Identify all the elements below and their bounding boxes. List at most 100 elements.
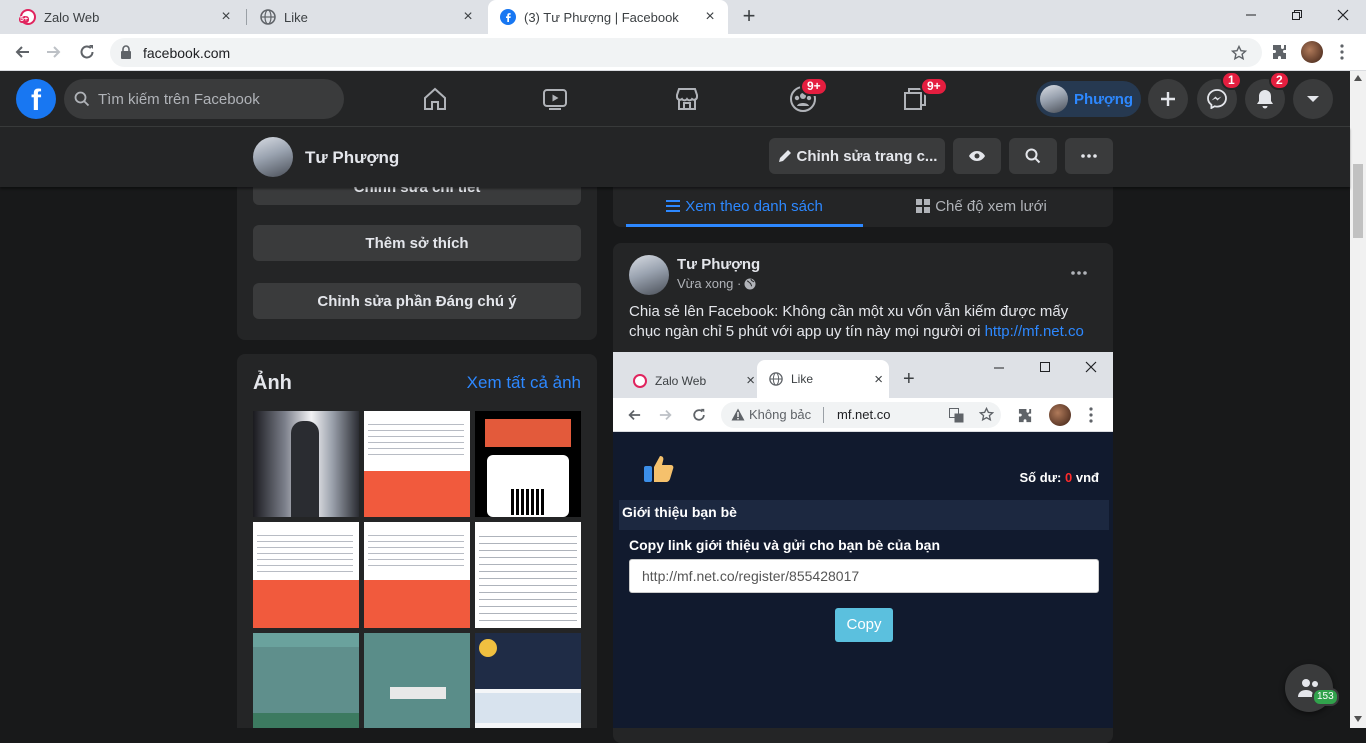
forward-icon — [659, 410, 672, 420]
star-icon[interactable] — [1231, 45, 1247, 61]
referral-page: Số dư: 0 vnđ Giới thiệu bạn bè Copy link… — [613, 432, 1113, 728]
facebook-top-nav: f Tìm kiếm trên Facebook 9+ 9+ Phượng 1 … — [0, 71, 1350, 127]
post-author[interactable]: Tư Phượng — [677, 256, 760, 273]
more-options-button[interactable] — [1065, 138, 1113, 174]
menu-dots-icon[interactable] — [1340, 44, 1344, 60]
photo-thumbnail[interactable] — [253, 522, 359, 628]
scroll-down-icon[interactable] — [1354, 716, 1362, 722]
tab-zalo[interactable]: 5+ Zalo Web × — [8, 0, 244, 34]
menu-dots-icon — [1089, 407, 1093, 423]
translate-icon — [949, 408, 964, 423]
nav-marketplace[interactable] — [632, 71, 742, 127]
photo-thumbnail[interactable] — [364, 633, 470, 728]
photo-thumbnail[interactable] — [475, 411, 581, 517]
browser-profile-avatar — [1049, 404, 1071, 426]
embedded-tab-zalo: Zalo Web × — [623, 364, 759, 398]
new-tab-icon[interactable]: + — [738, 5, 760, 27]
notifications-button[interactable]: 2 — [1245, 71, 1290, 119]
edit-featured-button[interactable]: Chỉnh sửa phần Đáng chú ý — [253, 283, 581, 319]
browser-profile-avatar[interactable] — [1301, 41, 1323, 63]
scrollbar-thumb[interactable] — [1353, 164, 1363, 238]
profile-search-button[interactable] — [1009, 138, 1057, 174]
profile-chip[interactable]: Phượng — [1036, 81, 1141, 117]
more-dots-icon — [1081, 154, 1097, 158]
photo-thumbnail[interactable] — [253, 411, 359, 517]
minimize-icon[interactable] — [1228, 0, 1274, 30]
reload-icon[interactable] — [75, 40, 99, 64]
intro-card: Chỉnh sửa chi tiết Thêm sở thích Chỉnh s… — [237, 187, 597, 340]
view-as-button[interactable] — [953, 138, 1001, 174]
messenger-button[interactable]: 1 — [1197, 71, 1242, 119]
post-time[interactable]: Vừa xong · — [677, 276, 741, 291]
extensions-icon[interactable] — [1272, 44, 1288, 60]
caret-down-icon — [1307, 96, 1319, 102]
nav-pages[interactable]: 9+ — [860, 71, 970, 127]
balance: Số dư: 0 vnđ — [1019, 470, 1099, 485]
profile-name[interactable]: Tư Phượng — [305, 148, 399, 168]
tab-list-view[interactable]: Xem theo danh sách — [626, 187, 863, 227]
public-globe-icon — [744, 278, 756, 289]
star-icon — [979, 407, 994, 422]
nav-groups[interactable]: 9+ — [748, 71, 858, 127]
close-tab-icon[interactable]: × — [702, 9, 718, 25]
referral-instruction: Copy link giới thiệu và gửi cho bạn bè c… — [629, 537, 941, 553]
messenger-badge: 1 — [1221, 71, 1242, 90]
back-icon[interactable] — [10, 40, 34, 64]
close-tab-icon[interactable]: × — [218, 9, 234, 25]
create-button[interactable] — [1148, 79, 1188, 119]
edit-details-button[interactable]: Chỉnh sửa chi tiết — [253, 187, 581, 205]
zalo-badge: 5+ — [19, 16, 29, 23]
watch-icon — [543, 89, 567, 110]
avatar[interactable] — [629, 255, 669, 295]
avatar[interactable] — [253, 137, 293, 177]
see-all-photos-link[interactable]: Xem tất cả ảnh — [467, 373, 581, 393]
embedded-tab-bar: Zalo Web × Like × + — [613, 352, 1113, 398]
photos-card: Ảnh Xem tất cả ảnh — [237, 354, 597, 728]
lock-icon — [121, 45, 131, 59]
referral-link-input: http://mf.net.co/register/855428017 — [629, 559, 1099, 593]
contacts-chat-button[interactable]: 153 — [1285, 664, 1339, 712]
messenger-icon — [1207, 89, 1227, 109]
grid-view-label: Chế độ xem lưới — [935, 198, 1047, 215]
avatar — [1040, 85, 1068, 113]
page-scrollbar[interactable] — [1350, 71, 1366, 728]
tab-title: (3) Tư Phượng | Facebook — [524, 9, 679, 25]
tab-like[interactable]: Like × — [248, 0, 486, 34]
pencil-icon — [778, 150, 791, 162]
facebook-search-input[interactable]: Tìm kiếm trên Facebook — [64, 79, 344, 119]
embedded-tab-title: Like — [791, 372, 814, 386]
nav-home[interactable] — [380, 71, 490, 127]
scroll-up-icon[interactable] — [1354, 75, 1362, 81]
photo-thumbnail[interactable] — [475, 522, 581, 628]
nav-watch[interactable] — [500, 71, 610, 127]
photo-thumbnail[interactable] — [364, 522, 470, 628]
edit-profile-button[interactable]: Chỉnh sửa trang c... — [769, 138, 945, 174]
section-title: Giới thiệu bạn bè — [622, 504, 737, 520]
close-window-icon[interactable] — [1320, 0, 1366, 30]
post-options-icon[interactable] — [1071, 271, 1087, 275]
edit-profile-label: Chỉnh sửa trang c... — [796, 147, 938, 165]
photo-thumbnail[interactable] — [475, 633, 581, 728]
zalo-icon — [633, 374, 647, 388]
account-menu-button[interactable] — [1293, 79, 1333, 119]
add-hobbies-button[interactable]: Thêm sở thích — [253, 225, 581, 261]
reload-icon — [693, 408, 705, 421]
copy-button: Copy — [835, 608, 893, 642]
forward-icon[interactable] — [42, 40, 66, 64]
post-text: Chia sẻ lên Facebook: Không cần một xu v… — [629, 302, 1099, 342]
close-window-icon — [1085, 361, 1097, 373]
photo-thumbnail[interactable] — [253, 633, 359, 728]
post-image-screenshot[interactable]: Zalo Web × Like × + Không bảc mf.net.co — [613, 352, 1113, 728]
close-tab-icon[interactable]: × — [460, 9, 476, 25]
tab-title: Like — [284, 9, 308, 25]
photo-thumbnail[interactable] — [364, 411, 470, 517]
edit-details-label: Chỉnh sửa chi tiết — [353, 187, 481, 196]
post-link[interactable]: http://mf.net.co — [985, 323, 1084, 340]
omnibox[interactable]: facebook.com — [110, 38, 1262, 67]
home-icon — [424, 87, 446, 110]
facebook-icon — [500, 9, 516, 25]
facebook-logo[interactable]: f — [16, 79, 56, 119]
restore-icon[interactable] — [1274, 0, 1320, 30]
tab-grid-view[interactable]: Chế độ xem lưới — [863, 187, 1100, 227]
tab-facebook[interactable]: (3) Tư Phượng | Facebook × — [488, 0, 728, 34]
